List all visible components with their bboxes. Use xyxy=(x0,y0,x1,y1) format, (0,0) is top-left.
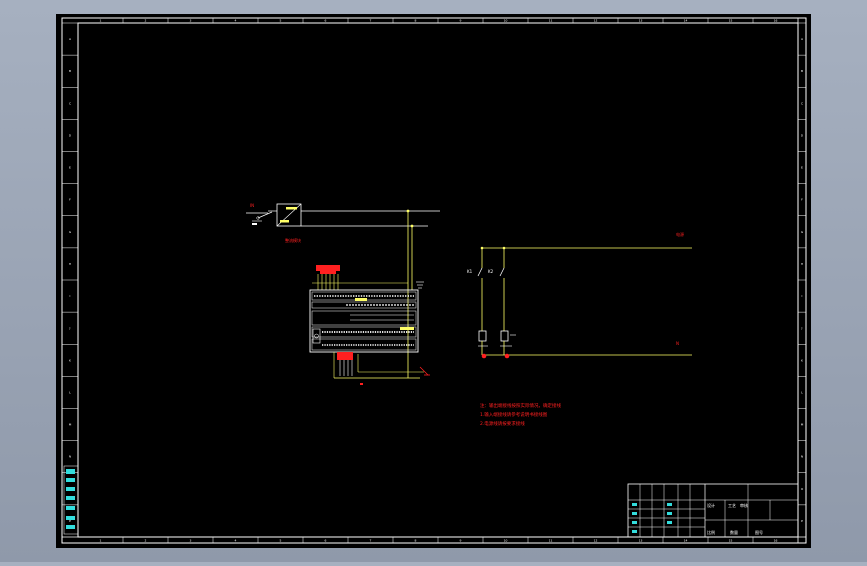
frame-tick-label: 1 xyxy=(100,19,102,23)
frame-tick-label: C xyxy=(69,101,71,105)
frame-tick-label: 10 xyxy=(504,19,508,23)
frame-tick-label: F xyxy=(801,198,803,202)
frame-tick-label: 5 xyxy=(280,539,282,543)
title-cell-3: 审核 xyxy=(740,502,748,508)
frame-tick-label: 14 xyxy=(684,19,688,23)
frame-tick-label: 11 xyxy=(549,19,553,23)
frame-tick-label: 6 xyxy=(325,539,327,543)
title-cell-2: 工艺 xyxy=(728,503,736,508)
frame-tick-label: C xyxy=(801,101,803,105)
frame-tick-label: 13 xyxy=(639,19,643,23)
note-line-3: 2.电源线请按要求接线 xyxy=(480,420,525,427)
frame-tick-label: N xyxy=(801,455,803,459)
title-cell-4: 比例 xyxy=(707,529,715,535)
frame-tick-label: F xyxy=(69,198,71,202)
frame-tick-label: 10 xyxy=(504,539,508,543)
frame-tick-label: 2 xyxy=(145,539,147,543)
frame-tick-label: 9 xyxy=(460,539,462,543)
frame-tick-label: 3 xyxy=(190,539,192,543)
plc-top-tag xyxy=(316,265,340,271)
cad-viewport[interactable]: 1 1 2 2 3 3 4 4 5 5 6 6 7 7 8 8 9 9 10 10 11 11 12 12 13 13 14 14 15… xyxy=(0,0,867,562)
frame-tick-label: J xyxy=(69,326,71,330)
frame-tick-label: 16 xyxy=(774,19,778,23)
drawing-canvas: 1122334455667788991010111112121313141415… xyxy=(56,14,811,548)
frame-tick-label: H xyxy=(801,262,803,266)
frame-tick-label: 12 xyxy=(594,539,598,543)
switch-k2-label: K2 xyxy=(488,269,494,274)
frame-tick-label: 3 xyxy=(190,19,192,23)
title-cell-6: 图号 xyxy=(755,529,763,535)
frame-tick-label: I xyxy=(802,294,803,298)
frame-tick-label: 4 xyxy=(235,19,237,23)
left-supply-label: IN xyxy=(250,203,254,208)
frame-tick-label: 6 xyxy=(325,19,327,23)
frame-tick-label: M xyxy=(69,423,72,427)
frame-tick-label: 12 xyxy=(594,19,598,23)
frame-tick-label: E xyxy=(801,166,803,170)
frame-tick-label: 1 xyxy=(100,539,102,543)
frame-tick-label: 9 xyxy=(460,19,462,23)
plc-bottom-tag xyxy=(337,352,353,360)
frame-tick-label: 4 xyxy=(235,539,237,543)
frame-tick-label: E xyxy=(69,166,71,170)
frame-tick-label: B xyxy=(801,69,803,73)
frame-tick-label: M xyxy=(801,423,804,427)
frame-tick-label: I xyxy=(70,294,71,298)
canvas-background xyxy=(56,14,811,548)
frame-tick-label: 8 xyxy=(415,539,417,543)
frame-tick-label: 8 xyxy=(415,19,417,23)
frame-tick-label: 16 xyxy=(774,539,778,543)
title-cell-5: 数量 xyxy=(730,529,738,535)
note-line-2: 1.输入端接线请参考说明书接线图 xyxy=(480,411,548,418)
frame-tick-label: N xyxy=(69,455,71,459)
frame-tick-label: 7 xyxy=(370,19,372,23)
frame-tick-label: 15 xyxy=(729,19,733,23)
frame-tick-label: 11 xyxy=(549,539,553,543)
frame-tick-label: 5 xyxy=(280,19,282,23)
frame-tick-label: H xyxy=(69,262,71,266)
frame-tick-label: 14 xyxy=(684,539,688,543)
note-line-1: 注：输出端接线按照实际情况，确定接线 xyxy=(480,402,561,409)
right-top-label: 电源 xyxy=(676,231,684,237)
left-converter-label: 整流模块 xyxy=(285,237,301,243)
frame-tick-label: B xyxy=(69,69,71,73)
frame-tick-label: 13 xyxy=(639,539,643,543)
right-bottom-label: N xyxy=(676,341,679,346)
frame-tick-label: P xyxy=(801,519,803,523)
frame-tick-label: 15 xyxy=(729,539,733,543)
frame-tick-label: 7 xyxy=(370,539,372,543)
frame-tick-label: 2 xyxy=(145,19,147,23)
switch-k1-label: K1 xyxy=(467,269,473,274)
title-cell-1: 设计 xyxy=(707,502,715,508)
frame-tick-label: J xyxy=(801,326,803,330)
